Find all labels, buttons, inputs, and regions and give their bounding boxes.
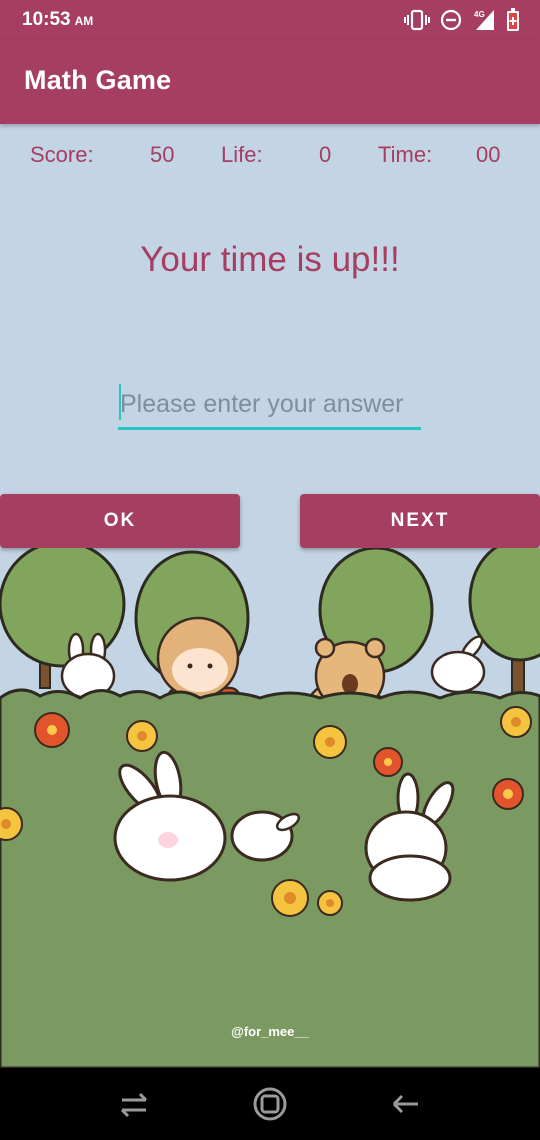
time-label: Time: [378, 142, 433, 167]
bunny-back-right [430, 635, 486, 694]
life-value: 0 [319, 142, 332, 167]
do-not-disturb-icon [440, 9, 462, 31]
flower-yellow [271, 879, 309, 917]
flower-yellow [317, 890, 343, 916]
score-label: Score: [30, 142, 94, 167]
ok-button[interactable]: OK [0, 494, 240, 548]
flower-yellow [313, 725, 347, 759]
flower-yellow [126, 720, 158, 752]
flower-red [34, 712, 70, 748]
network-type-label: 4G [474, 10, 485, 19]
grass-field [0, 688, 540, 1068]
flower-yellow [0, 807, 23, 841]
back-icon[interactable] [388, 1086, 424, 1122]
home-icon[interactable] [252, 1086, 288, 1122]
flower-red [492, 778, 524, 810]
flower-red [373, 747, 403, 777]
recents-icon[interactable] [116, 1086, 152, 1122]
text-cursor [119, 384, 121, 420]
status-bar: 10:53 AM 4G [0, 0, 540, 40]
battery-icon [507, 8, 519, 31]
app-bar: Math Game [0, 40, 540, 124]
next-button[interactable]: NEXT [300, 494, 540, 548]
vibrate-icon [404, 9, 430, 31]
status-icons: 4G [404, 7, 520, 33]
time-value: 00 [476, 142, 501, 167]
flower-yellow [500, 706, 532, 738]
question-message: Your time is up!!! [140, 240, 400, 279]
clock: 10:53 AM [22, 9, 93, 31]
app-title: Math Game [24, 65, 172, 95]
life-label: Life: [221, 142, 263, 167]
background-illustration [0, 548, 540, 1068]
clock-ampm: AM [74, 14, 94, 28]
illustration-credit: @for_mee__ [231, 1024, 309, 1039]
answer-input[interactable] [118, 382, 421, 430]
score-value: 50 [150, 142, 175, 167]
navigation-bar [0, 1068, 540, 1140]
clock-time: 10:53 [22, 9, 71, 30]
signal-icon: 4G [474, 10, 494, 30]
